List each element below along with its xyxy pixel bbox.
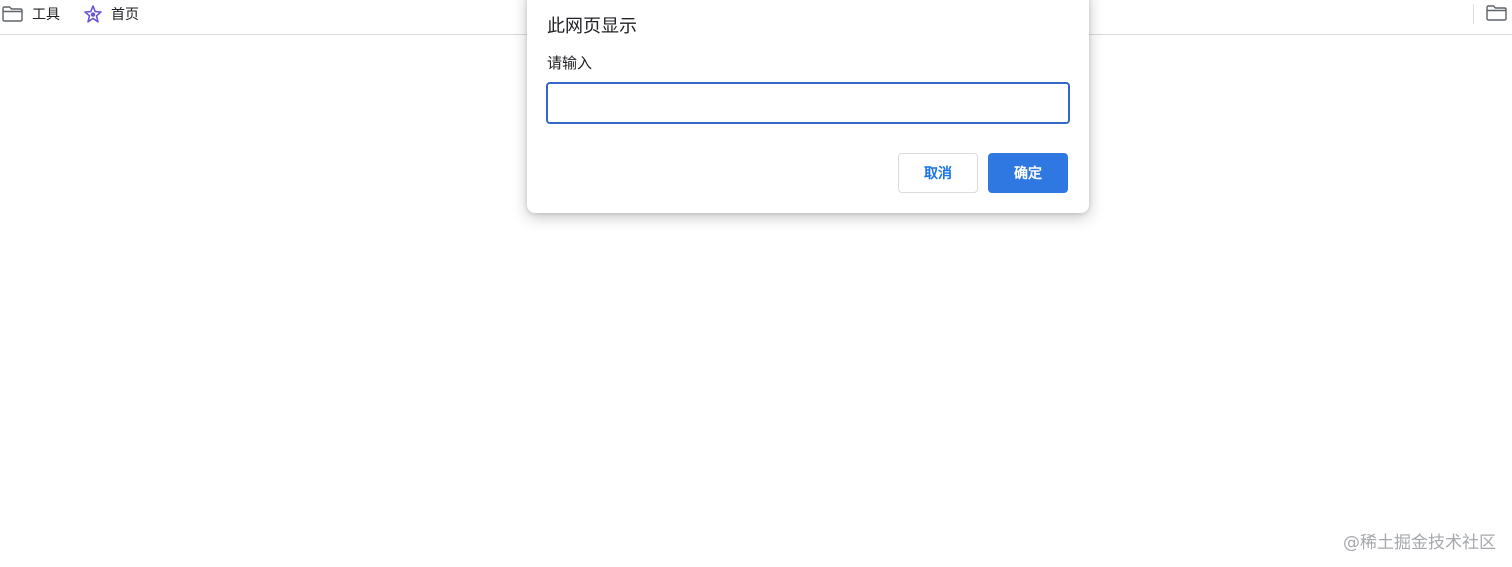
watermark: @稀土掘金技术社区 [1343,533,1496,553]
folder-icon [2,6,23,22]
other-bookmarks-folder-icon[interactable] [1486,5,1507,25]
prompt-input[interactable] [546,82,1070,124]
cancel-button[interactable]: 取消 [898,153,978,193]
bookmark-folder-tools[interactable]: 工具 [2,4,60,24]
dialog-title: 此网页显示 [547,16,637,37]
bookmark-label: 首页 [111,7,139,23]
star-favicon-icon [84,5,102,23]
bookmark-label: 工具 [32,7,60,23]
bookmarks-divider [1473,4,1474,24]
ok-button[interactable]: 确定 [988,153,1068,193]
prompt-dialog: 此网页显示 请输入 取消 确定 [527,0,1089,213]
bookmark-home[interactable]: 首页 [84,4,139,24]
dialog-message: 请输入 [547,54,593,72]
